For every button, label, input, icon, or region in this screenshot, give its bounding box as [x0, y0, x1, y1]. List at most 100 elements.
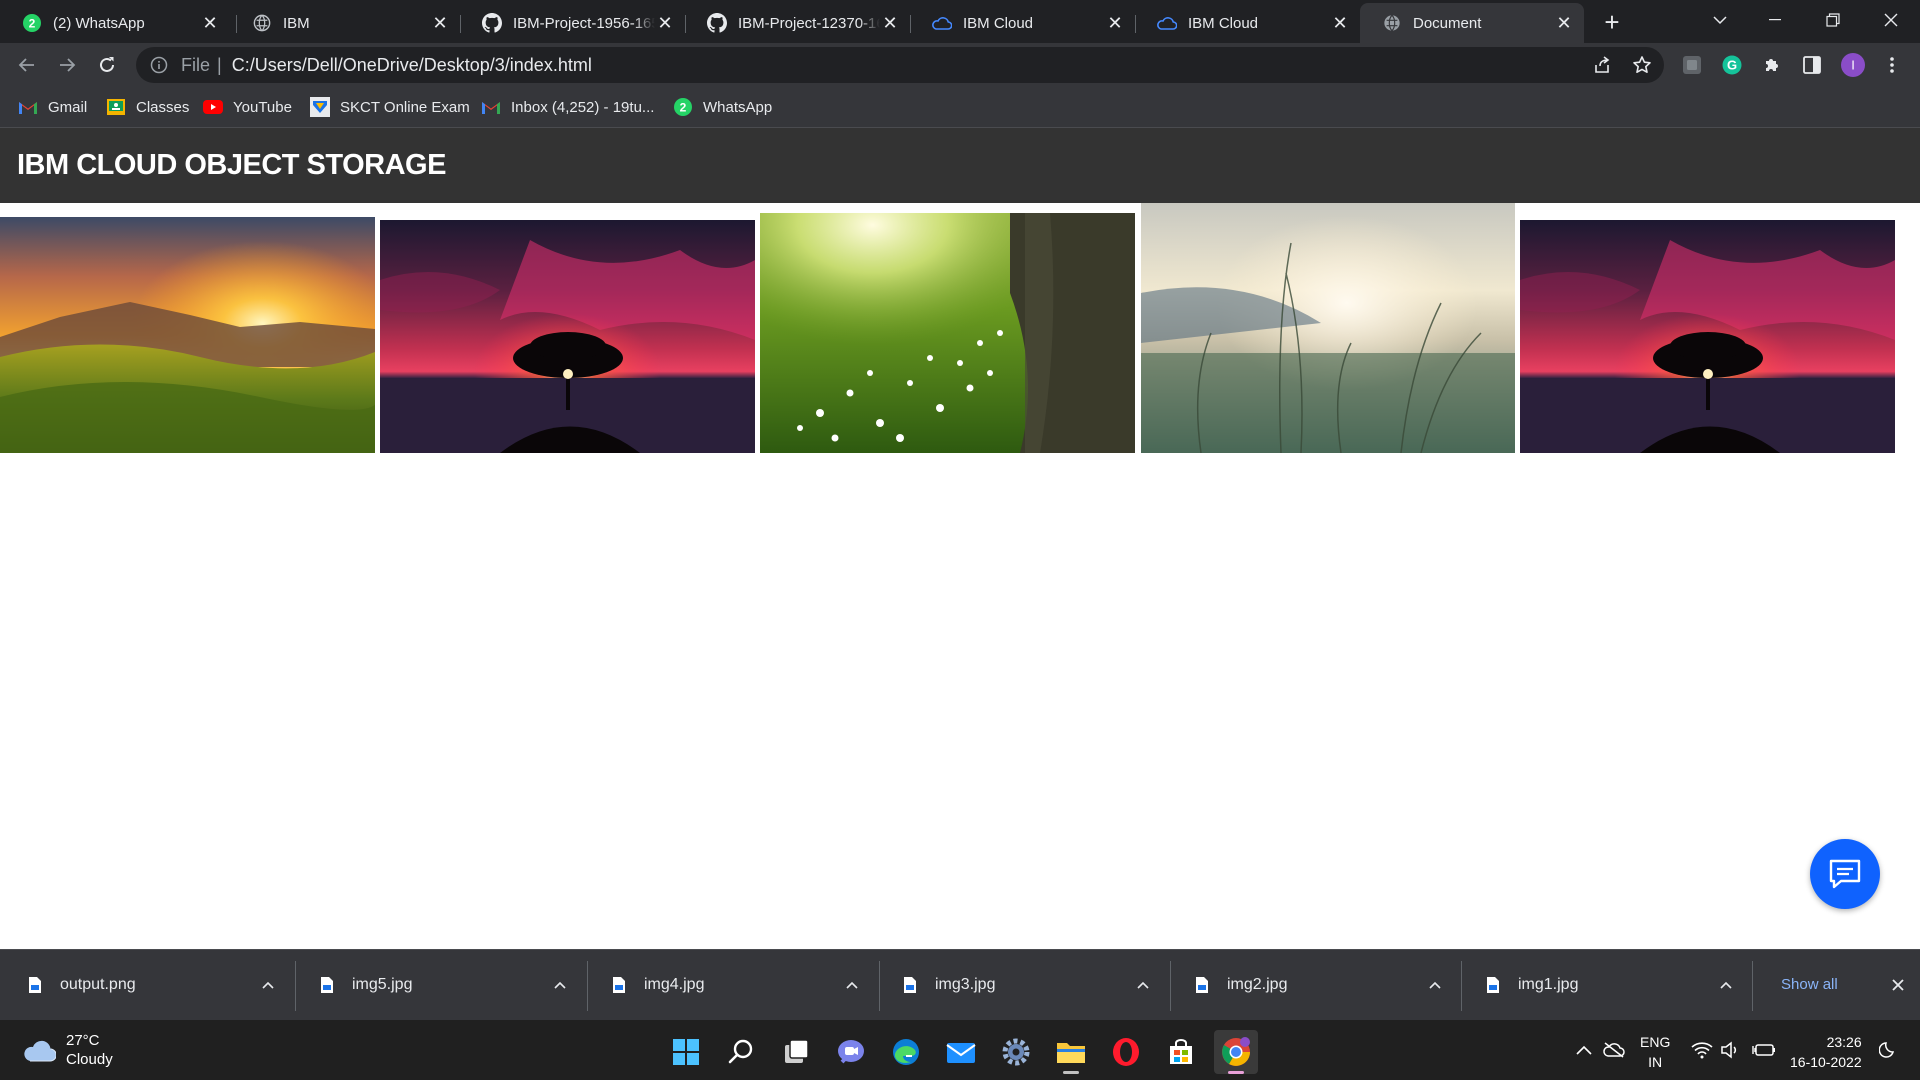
settings-button[interactable]: [994, 1030, 1038, 1074]
download-item[interactable]: img2.jpg: [1193, 950, 1447, 1020]
tab-github-project-2[interactable]: IBM-Project-12370-1659 ✕: [685, 3, 910, 43]
url-separator: |: [217, 54, 222, 75]
extensions-puzzle-icon[interactable]: [1760, 53, 1784, 77]
chevron-up-icon[interactable]: [1131, 973, 1155, 997]
tab-whatsapp[interactable]: 2 (2) WhatsApp ✕: [0, 3, 230, 43]
search-button[interactable]: [719, 1030, 763, 1074]
bookmark-label: Gmail: [48, 98, 88, 116]
close-icon[interactable]: ✕: [1105, 13, 1125, 33]
minimize-button[interactable]: [1745, 0, 1805, 40]
share-icon[interactable]: [1590, 53, 1614, 77]
download-item[interactable]: output.png: [26, 950, 280, 1020]
task-view-icon: [785, 1039, 809, 1063]
battery-icon[interactable]: [1752, 1038, 1776, 1062]
show-all-button[interactable]: Show all: [1781, 972, 1838, 996]
clock[interactable]: 23:26 16-10-2022: [1790, 1032, 1862, 1072]
bookmark-inbox[interactable]: Inbox (4,252) - 19tu...: [481, 95, 654, 119]
info-icon[interactable]: [149, 55, 169, 75]
extension-square-icon[interactable]: [1680, 53, 1704, 77]
tab-ibm[interactable]: IBM ✕: [230, 3, 460, 43]
web-page: IBM CLOUD OBJECT STORAGE: [0, 128, 1920, 949]
bookmark-youtube[interactable]: YouTube: [203, 95, 292, 119]
tab-ibm-cloud-2[interactable]: IBM Cloud ✕: [1135, 3, 1360, 43]
restore-button[interactable]: [1803, 0, 1863, 40]
close-icon[interactable]: ✕: [200, 13, 220, 33]
task-view-button[interactable]: [774, 1030, 818, 1074]
show-hidden-icons-button[interactable]: [1572, 1038, 1596, 1062]
url-text[interactable]: C:/Users/Dell/OneDrive/Desktop/3/index.h…: [232, 55, 592, 76]
forward-button[interactable]: [52, 50, 82, 80]
tab-title: IBM-Project-12370-1659: [738, 14, 880, 32]
language-code: ENG: [1640, 1034, 1671, 1050]
download-item[interactable]: img4.jpg: [610, 950, 864, 1020]
close-icon[interactable]: ✕: [1554, 13, 1574, 33]
download-item[interactable]: img3.jpg: [901, 950, 1155, 1020]
language-indicator[interactable]: ENG IN: [1640, 1032, 1670, 1072]
download-item[interactable]: img1.jpg: [1484, 950, 1738, 1020]
new-tab-button[interactable]: +: [1598, 7, 1626, 37]
close-icon[interactable]: ✕: [880, 13, 900, 33]
download-filename: output.png: [60, 976, 136, 993]
grammarly-icon[interactable]: G: [1720, 53, 1744, 77]
focus-assist-icon[interactable]: [1876, 1038, 1900, 1062]
tab-title: IBM Cloud: [1188, 14, 1259, 32]
file-icon: [1484, 974, 1502, 996]
weather-widget[interactable]: 27°C Cloudy: [22, 1030, 113, 1070]
opera-icon: [1113, 1038, 1139, 1066]
file-icon: [901, 974, 919, 996]
weather-condition: Cloudy: [66, 1051, 113, 1068]
teams-chat-icon: [838, 1040, 864, 1064]
tab-github-project-1[interactable]: IBM-Project-1956-1658 ✕: [460, 3, 685, 43]
chevron-up-icon[interactable]: [1423, 973, 1447, 997]
download-shelf: output.png img5.jpg img4.jpg img3.jpg im…: [0, 949, 1920, 1020]
tab-ibm-cloud[interactable]: IBM Cloud ✕: [910, 3, 1135, 43]
wifi-icon[interactable]: [1690, 1038, 1714, 1062]
teams-chat-button[interactable]: [829, 1030, 873, 1074]
shelf-separator: [295, 961, 296, 1011]
clock-time: 23:26: [1826, 1034, 1862, 1050]
github-icon: [482, 13, 502, 33]
start-button[interactable]: [664, 1030, 708, 1074]
reload-button[interactable]: [92, 50, 122, 80]
bookmark-gmail[interactable]: Gmail: [18, 95, 87, 119]
kebab-menu-icon[interactable]: [1880, 53, 1904, 77]
edge-button[interactable]: [884, 1030, 928, 1074]
page-title: IBM CLOUD OBJECT STORAGE: [17, 149, 446, 181]
close-icon[interactable]: ✕: [1330, 13, 1350, 33]
profile-avatar[interactable]: I: [1841, 53, 1865, 77]
close-icon[interactable]: [1886, 973, 1910, 997]
download-item[interactable]: img5.jpg: [318, 950, 572, 1020]
cloud-offline-icon[interactable]: [1602, 1038, 1626, 1062]
chat-button[interactable]: [1810, 839, 1880, 909]
chrome-button[interactable]: [1214, 1030, 1258, 1074]
shelf-separator: [879, 961, 880, 1011]
close-icon[interactable]: ✕: [430, 13, 450, 33]
chevron-up-icon[interactable]: [840, 973, 864, 997]
side-panel-icon[interactable]: [1800, 53, 1824, 77]
file-explorer-button[interactable]: [1049, 1030, 1093, 1074]
close-window-button[interactable]: [1861, 0, 1920, 40]
bookmark-label: SKCT Online Exam: [340, 98, 470, 116]
chevron-up-icon[interactable]: [256, 973, 280, 997]
chevron-up-icon[interactable]: [548, 973, 572, 997]
chevron-up-icon[interactable]: [1714, 973, 1738, 997]
page-header: IBM CLOUD OBJECT STORAGE: [0, 128, 1920, 203]
bookmark-whatsapp[interactable]: 2 WhatsApp: [673, 95, 772, 119]
bookmark-skct[interactable]: SKCT Online Exam: [310, 95, 470, 119]
address-bar[interactable]: File | C:/Users/Dell/OneDrive/Desktop/3/…: [136, 47, 1664, 83]
gear-icon: [1002, 1038, 1030, 1066]
store-button[interactable]: [1159, 1030, 1203, 1074]
bookmark-star-icon[interactable]: [1630, 53, 1654, 77]
tab-document[interactable]: Document ✕: [1360, 3, 1584, 43]
bookmark-classes[interactable]: Classes: [106, 95, 189, 119]
close-icon[interactable]: ✕: [655, 13, 675, 33]
whatsapp-icon: 2: [22, 13, 42, 33]
opera-button[interactable]: [1104, 1030, 1148, 1074]
clock-date: 16-10-2022: [1790, 1054, 1862, 1070]
gmail-icon: [18, 97, 38, 117]
back-button[interactable]: [12, 50, 42, 80]
red-sky-tree-image-2: [1520, 220, 1895, 453]
volume-icon[interactable]: [1718, 1038, 1742, 1062]
mail-button[interactable]: [939, 1030, 983, 1074]
tab-search-button[interactable]: [1690, 0, 1750, 40]
